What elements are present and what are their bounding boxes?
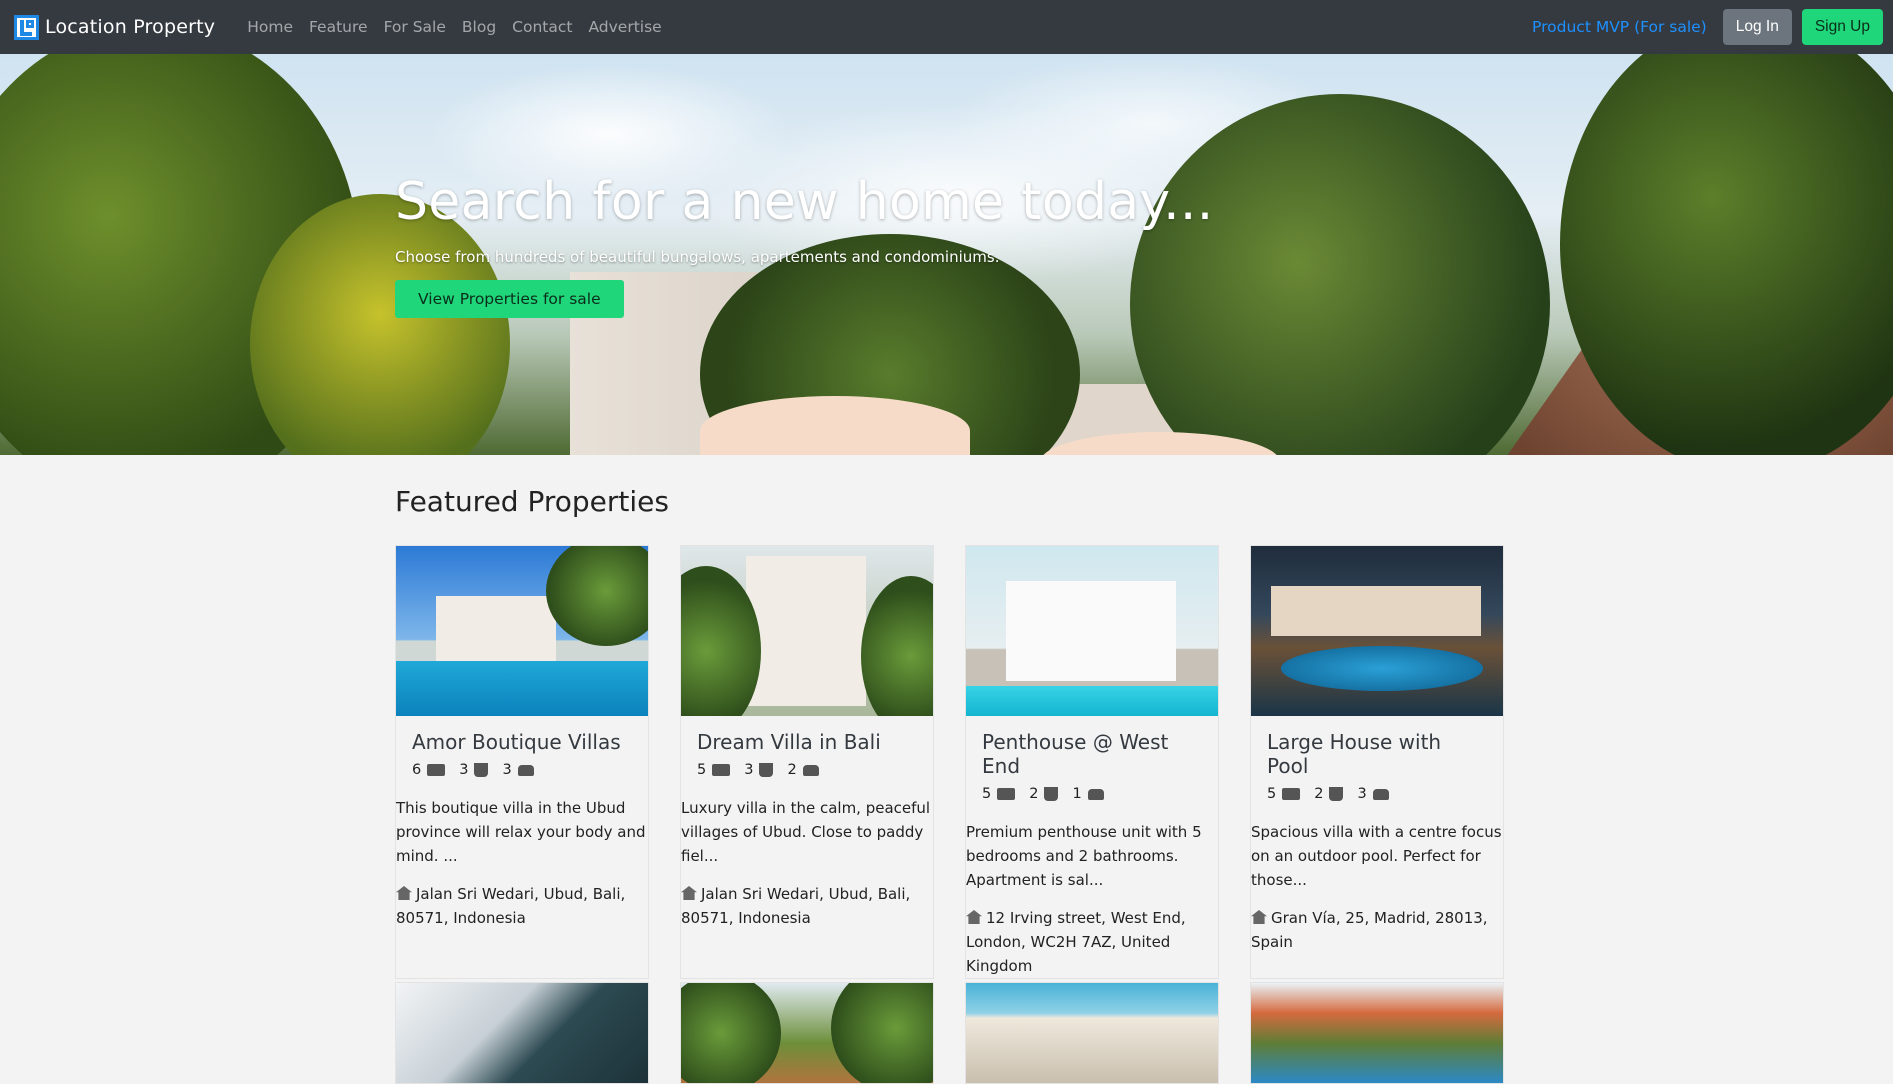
palm-tree (681, 983, 781, 1083)
bed-icon (712, 764, 731, 776)
navbar: Location Property Home Feature For Sale … (0, 0, 1893, 54)
property-description: Luxury villa in the calm, peaceful villa… (681, 799, 931, 865)
house-shape (746, 556, 866, 706)
brand-link[interactable]: Location Property (14, 14, 216, 40)
bed-icon (1282, 788, 1301, 800)
car-icon (1372, 788, 1389, 800)
property-image[interactable] (1251, 983, 1503, 1083)
property-card[interactable] (680, 982, 934, 1084)
parking-count: 1 (1072, 786, 1082, 802)
login-button[interactable]: Log In (1722, 9, 1792, 45)
property-title[interactable]: Penthouse @ West End (966, 716, 1218, 786)
palm-tree (831, 983, 933, 1083)
property-stats: 5 2 1 (966, 786, 1218, 802)
home-icon (1251, 910, 1267, 924)
property-address: Jalan Sri Wedari, Ubud, Bali, 80571, Ind… (396, 868, 648, 930)
property-stats: 5 3 2 (681, 762, 933, 778)
property-image[interactable] (396, 983, 648, 1083)
car-icon (802, 764, 819, 776)
house-shape (1271, 586, 1481, 636)
bed-icon (997, 788, 1016, 800)
house-shape (436, 596, 556, 671)
property-stats: 6 3 3 (396, 762, 648, 778)
hero-tree (1560, 54, 1893, 455)
property-title[interactable]: Amor Boutique Villas (396, 716, 648, 762)
property-address: 12 Irving street, West End, London, WC2H… (966, 892, 1218, 978)
property-title[interactable]: Dream Villa in Bali (681, 716, 933, 762)
bathroom-count: 2 (1314, 786, 1324, 802)
property-image[interactable] (1251, 546, 1503, 716)
signup-button[interactable]: Sign Up (1801, 9, 1883, 45)
brand-name: Location Property (45, 16, 216, 38)
property-card[interactable] (395, 982, 649, 1084)
hero-subtitle: Choose from hundreds of beautiful bungal… (395, 248, 1000, 266)
property-address-text: Jalan Sri Wedari, Ubud, Bali, 80571, Ind… (396, 885, 626, 927)
bath-icon (1329, 787, 1344, 801)
bathroom-count: 3 (459, 762, 469, 778)
bed-icon (427, 764, 446, 776)
bath-icon (474, 763, 489, 777)
hero-title: Search for a new home today... (395, 172, 1214, 232)
property-description: This boutique villa in the Ubud province… (396, 799, 646, 865)
home-icon (966, 910, 982, 924)
home-icon (681, 886, 697, 900)
property-card[interactable]: Amor Boutique Villas 6 3 3 This boutique… (395, 545, 649, 979)
brand-logo-icon (14, 14, 39, 40)
home-icon (396, 886, 412, 900)
palm-tree (861, 576, 933, 716)
property-image[interactable] (681, 546, 933, 716)
property-address-text: Jalan Sri Wedari, Ubud, Bali, 80571, Ind… (681, 885, 911, 927)
bath-icon (1044, 787, 1059, 801)
nav-link-home[interactable]: Home (239, 18, 301, 36)
pool (1281, 646, 1483, 691)
nav-links: Home Feature For Sale Blog Contact Adver… (239, 18, 670, 36)
property-address-text: 12 Irving street, West End, London, WC2H… (966, 909, 1186, 975)
property-card[interactable] (1250, 982, 1504, 1084)
parking-count: 3 (1357, 786, 1367, 802)
nav-right: Product MVP (For sale) Log In Sign Up (1532, 9, 1883, 45)
property-address: Gran Vía, 25, Madrid, 28013, Spain (1251, 892, 1503, 954)
featured-properties-row-2 (395, 982, 1504, 1084)
property-image[interactable] (396, 546, 648, 716)
pool (966, 686, 1218, 716)
house-shape (1006, 581, 1176, 681)
nav-link-advertise[interactable]: Advertise (580, 18, 669, 36)
parking-count: 3 (502, 762, 512, 778)
parking-count: 2 (787, 762, 797, 778)
property-description: Premium penthouse unit with 5 bedrooms a… (966, 823, 1202, 889)
bathroom-count: 2 (1029, 786, 1039, 802)
bedroom-count: 5 (697, 762, 707, 778)
property-image[interactable] (966, 983, 1218, 1083)
property-address-text: Gran Vía, 25, Madrid, 28013, Spain (1251, 909, 1488, 951)
bedroom-count: 5 (982, 786, 992, 802)
car-icon (517, 764, 534, 776)
product-mvp-link[interactable]: Product MVP (For sale) (1532, 18, 1707, 36)
property-card[interactable] (965, 982, 1219, 1084)
bedroom-count: 5 (1267, 786, 1277, 802)
property-card[interactable]: Dream Villa in Bali 5 3 2 Luxury villa i… (680, 545, 934, 979)
property-title[interactable]: Large House with Pool (1251, 716, 1503, 786)
bath-icon (759, 763, 774, 777)
pool (396, 661, 648, 716)
property-card[interactable]: Penthouse @ West End 5 2 1 Premium penth… (965, 545, 1219, 979)
car-icon (1087, 788, 1104, 800)
property-card[interactable]: Large House with Pool 5 2 3 Spacious vil… (1250, 545, 1504, 979)
featured-properties-grid: Amor Boutique Villas 6 3 3 This boutique… (395, 545, 1504, 979)
nav-link-blog[interactable]: Blog (454, 18, 504, 36)
view-properties-button[interactable]: View Properties for sale (395, 280, 624, 318)
featured-title: Featured Properties (395, 485, 669, 518)
property-image[interactable] (681, 983, 933, 1083)
property-stats: 5 2 3 (1251, 786, 1503, 802)
bathroom-count: 3 (744, 762, 754, 778)
property-description: Spacious villa with a centre focus on an… (1251, 823, 1502, 889)
nav-link-for-sale[interactable]: For Sale (376, 18, 454, 36)
nav-link-contact[interactable]: Contact (504, 18, 580, 36)
palm-tree (546, 546, 648, 646)
hero-content: Search for a new home today... Choose fr… (395, 172, 1214, 318)
property-image[interactable] (966, 546, 1218, 716)
nav-link-feature[interactable]: Feature (301, 18, 376, 36)
property-address: Jalan Sri Wedari, Ubud, Bali, 80571, Ind… (681, 868, 933, 930)
bedroom-count: 6 (412, 762, 422, 778)
hero-banner: Search for a new home today... Choose fr… (0, 54, 1893, 455)
